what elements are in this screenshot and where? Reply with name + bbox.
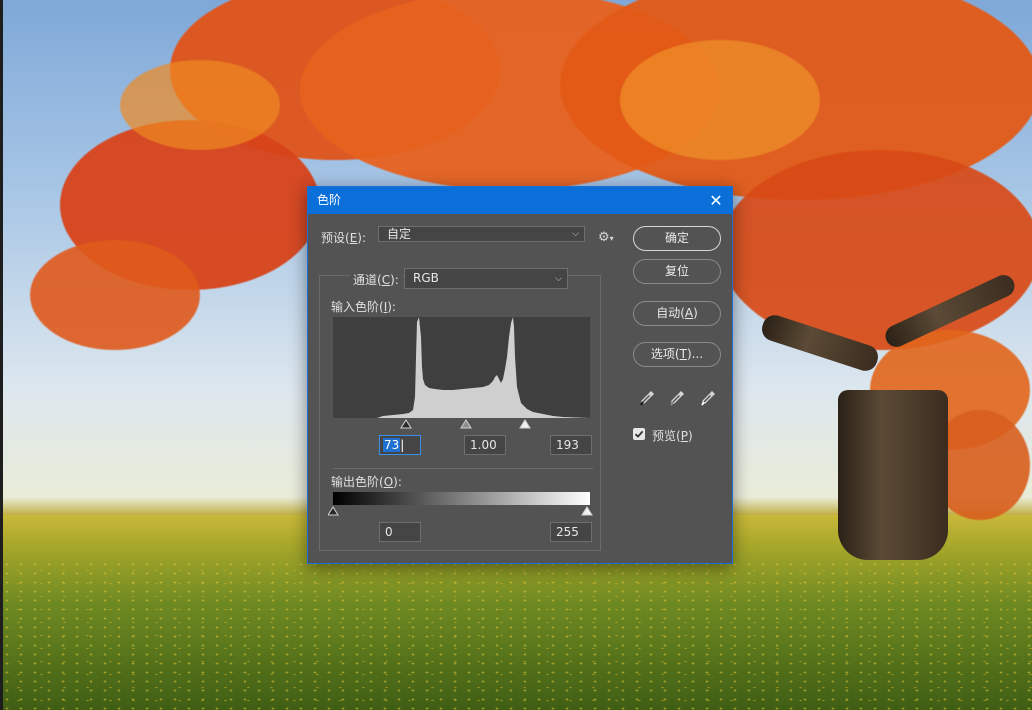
output-gradient-bar	[333, 492, 590, 505]
input-levels-label: 输入色阶(I):	[331, 300, 396, 314]
histogram	[333, 317, 590, 418]
input-white-slider[interactable]	[519, 419, 531, 429]
output-white-slider[interactable]	[581, 506, 593, 516]
chevron-down-icon: ⌵	[572, 229, 579, 239]
output-slider-track[interactable]	[328, 505, 594, 517]
output-black-slider[interactable]	[328, 506, 339, 516]
input-black-slider[interactable]	[400, 419, 412, 429]
input-slider-track[interactable]	[333, 418, 590, 430]
divider	[333, 468, 593, 469]
input-white-field[interactable]: 193	[550, 435, 592, 455]
auto-button[interactable]: 自动(A)	[633, 301, 721, 326]
black-eyedropper-icon[interactable]	[638, 389, 656, 407]
preset-label: 预设(E):	[321, 231, 367, 245]
close-icon[interactable]: ✕	[708, 187, 724, 214]
gray-eyedropper-icon[interactable]	[668, 389, 686, 407]
input-black-field[interactable]: 73|	[379, 435, 421, 455]
histogram-graph	[333, 317, 590, 418]
channel-label: 通道(C):	[350, 271, 402, 288]
output-white-field[interactable]: 255	[550, 522, 592, 542]
input-gamma-slider[interactable]	[460, 419, 472, 429]
preview-checkbox[interactable]	[633, 428, 645, 440]
dialog-title: 色阶	[317, 193, 342, 207]
preset-select[interactable]: 自定 ⌵	[378, 226, 585, 242]
options-button[interactable]: 选项(T)...	[633, 342, 721, 367]
gear-icon[interactable]: ⚙▾	[598, 230, 614, 245]
check-icon	[634, 430, 644, 438]
output-levels-label: 输出色阶(O):	[331, 475, 402, 489]
white-eyedropper-icon[interactable]	[699, 389, 717, 407]
channel-select[interactable]: RGB ⌵	[404, 268, 568, 289]
preview-label[interactable]: 预览(P)	[652, 427, 693, 444]
ok-button[interactable]: 确定	[633, 226, 721, 251]
dialog-titlebar[interactable]: 色阶 ✕	[308, 187, 732, 214]
chevron-down-icon: ⌵	[555, 274, 562, 284]
input-gamma-field[interactable]: 1.00	[464, 435, 506, 455]
reset-button[interactable]: 复位	[633, 259, 721, 284]
output-black-field[interactable]: 0	[379, 522, 421, 542]
